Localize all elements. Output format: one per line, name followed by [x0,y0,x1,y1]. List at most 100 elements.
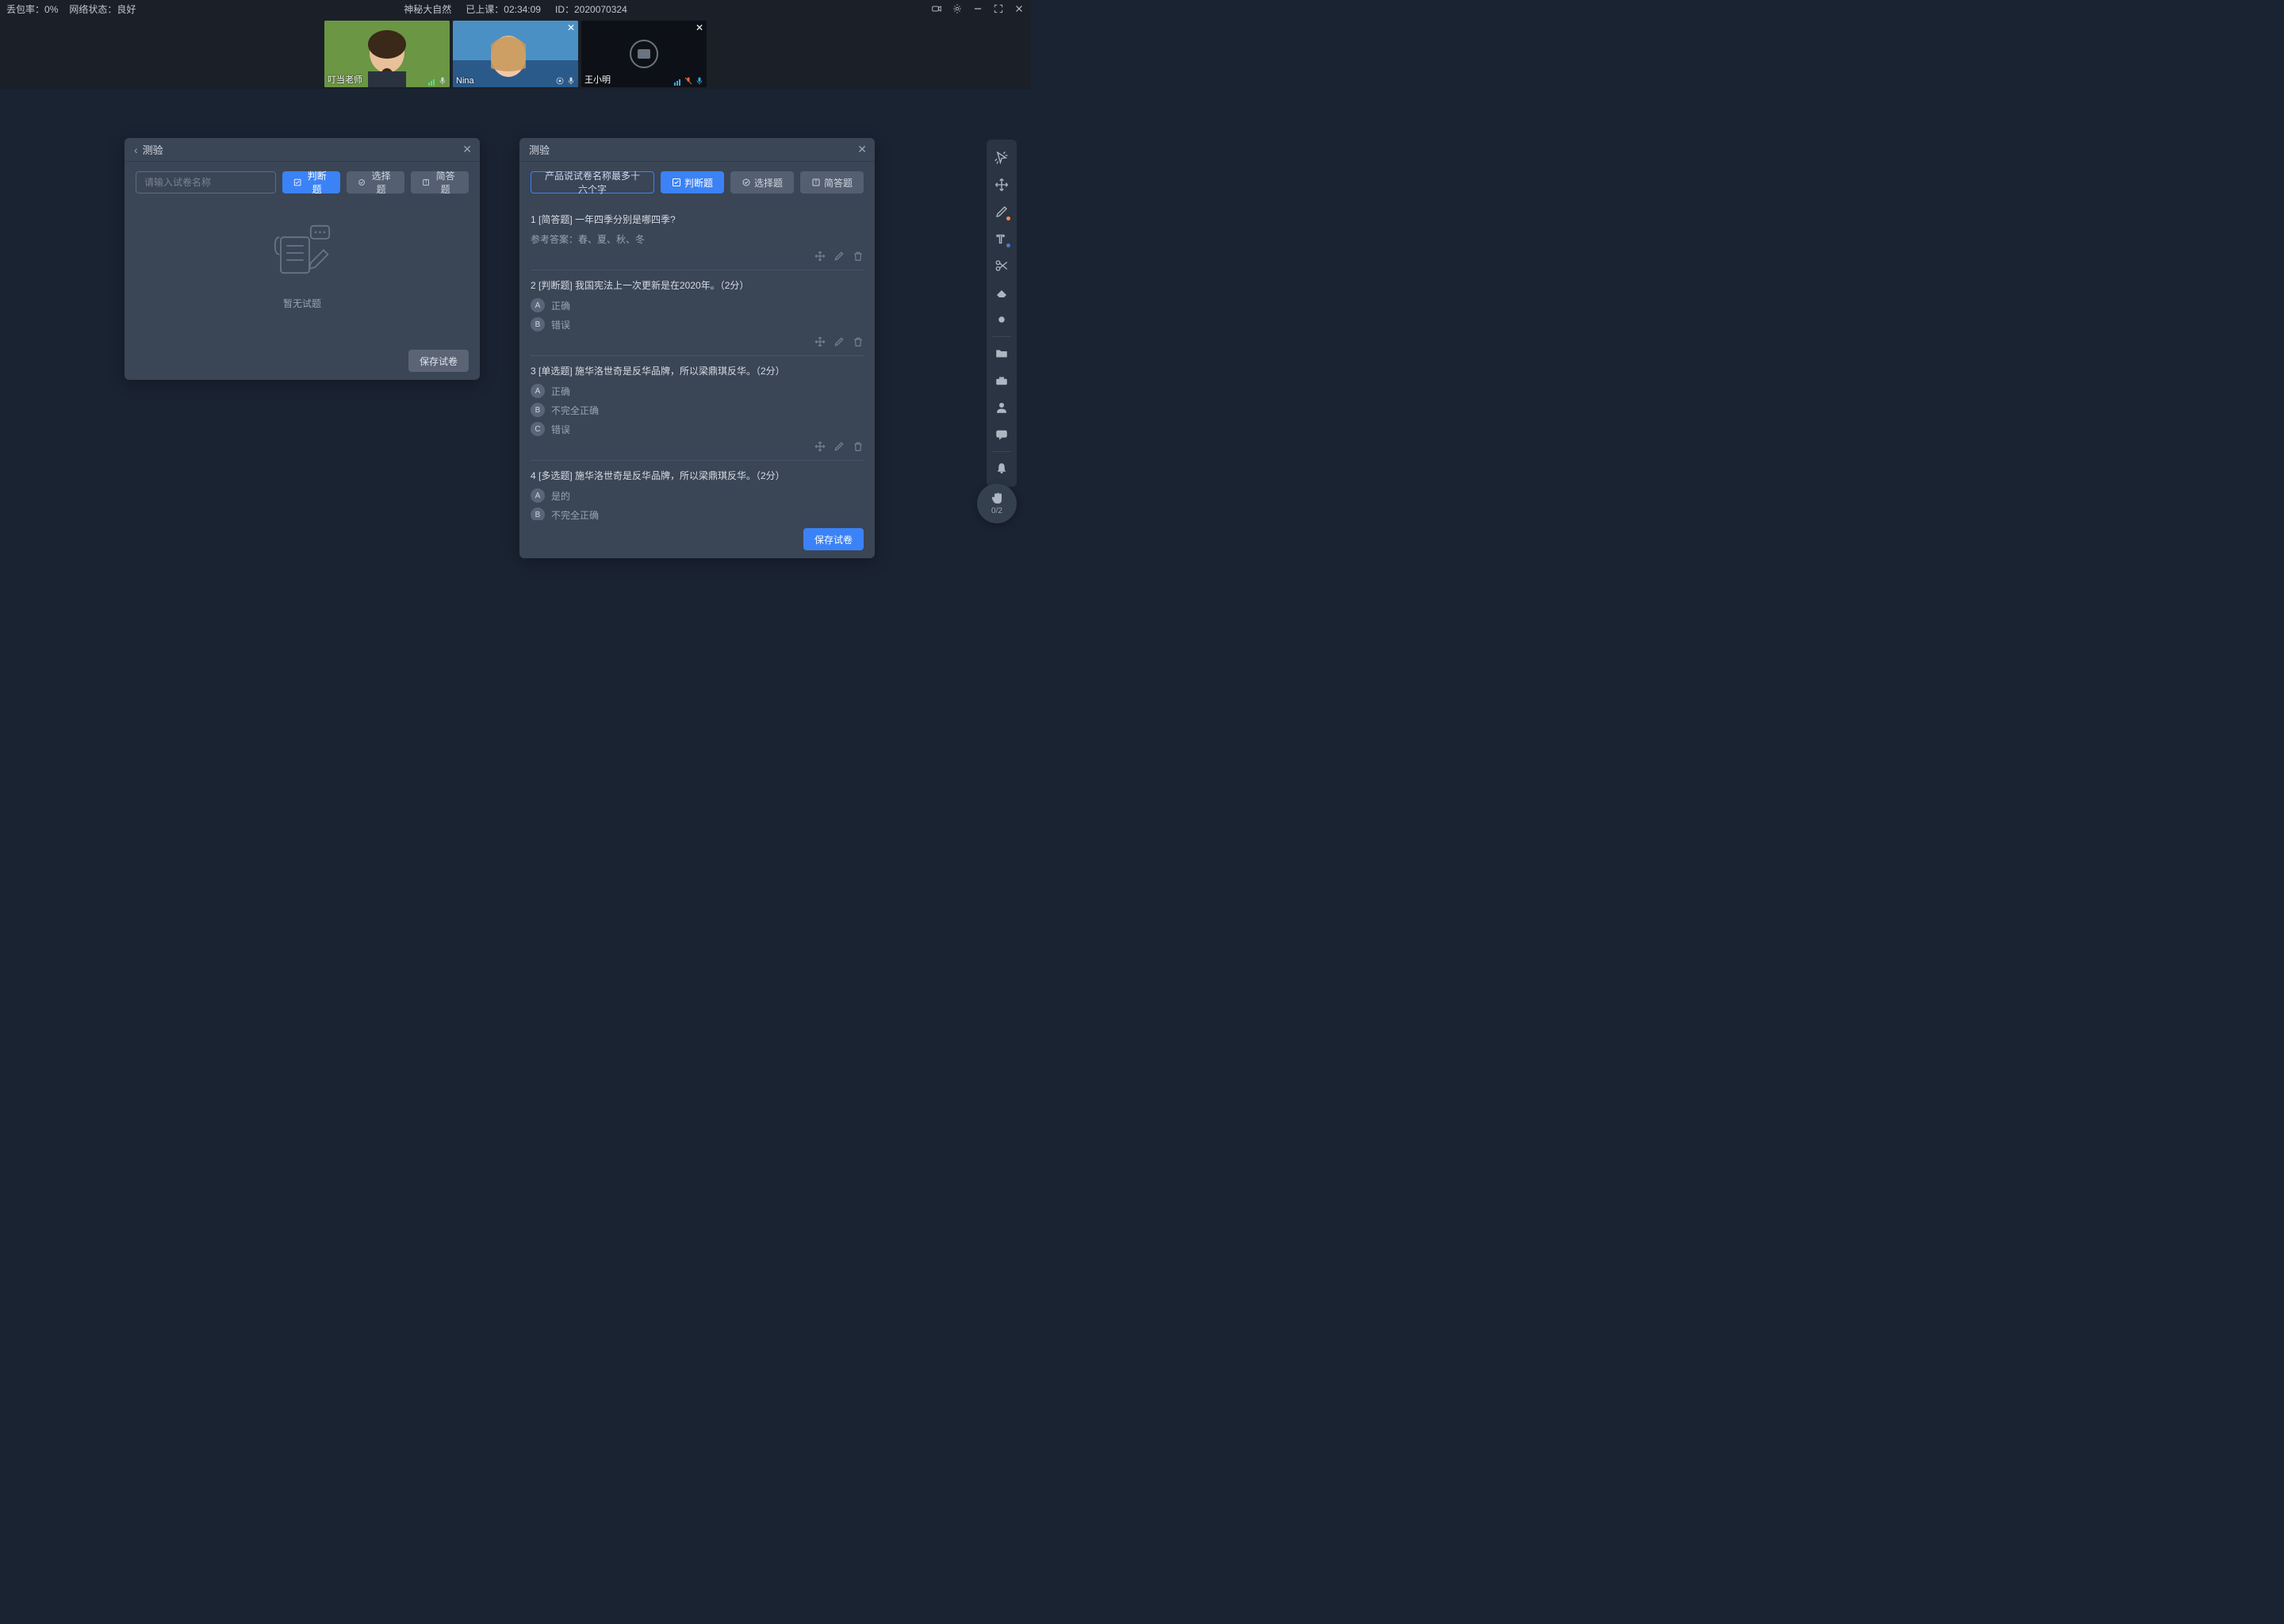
true-false-button[interactable]: 判断题 [282,171,340,193]
svg-text:T: T [814,181,818,186]
move-icon[interactable] [814,441,826,452]
empty-state: 暂无试题 [136,217,469,310]
question-item: 3 [单选题] 施华洛世奇是反华品牌，所以梁鼎琪反华。（2分） A 正确 B不完全正确… [531,356,864,461]
video-close-icon[interactable]: ✕ [696,22,703,33]
video-close-icon[interactable]: ✕ [567,22,575,33]
option-text: 正确 [551,385,570,398]
text-tool-icon[interactable]: T [991,228,1012,249]
option-letter: B [531,508,545,520]
question-actions [531,336,864,347]
quiz-name-display[interactable]: 产品说试卷名称最多十六个字 [531,171,654,193]
reference-answer: 参考答案：春、夏、秋、冬 [531,232,864,246]
choice-button[interactable]: 选择题 [347,171,404,193]
video-tile-student-off[interactable]: ✕ 王小明 [581,21,707,87]
short-answer-button[interactable]: T 简答题 [411,171,469,193]
toolbox-tool-icon[interactable] [991,370,1012,391]
option-text: 不完全正确 [551,508,599,521]
chat-tool-icon[interactable] [991,424,1012,445]
option-letter: A [531,384,545,398]
eraser-tool-icon[interactable] [991,282,1012,303]
panel-header: 测验 ✕ [519,138,875,162]
video-name: 王小明 [584,73,611,86]
delete-icon[interactable] [853,336,864,347]
mic-icon [566,76,576,86]
question-title: 1 [简答题] 一年四季分别是哪四季? [531,213,864,226]
question-actions [531,251,864,262]
bell-tool-icon[interactable] [991,458,1012,479]
move-tool-icon[interactable] [991,174,1012,195]
scissors-tool-icon[interactable] [991,255,1012,276]
mic-muted-icon [684,76,693,86]
video-row: 叮当老师 ✕ Nina ✕ 王小明 [0,17,1031,89]
move-icon[interactable] [814,336,826,347]
question-list: 产品说试卷名称最多十六个字 判断题 选择题 T 简答题 1 [简答题] 一年四季… [519,162,875,520]
pen-tool-icon[interactable] [991,201,1012,222]
svg-text:T: T [997,232,1004,246]
question-option[interactable]: B 不完全正确 [531,508,864,520]
panel-title: 测验 [529,142,550,157]
move-icon[interactable] [814,251,826,262]
option-letter: B [531,403,545,417]
short-answer-button[interactable]: T 简答题 [800,171,864,193]
color-tool-icon[interactable] [991,309,1012,330]
elapsed-time: 已上课：02:34:09 [466,2,541,16]
question-item: 1 [简答题] 一年四季分别是哪四季? 参考答案：春、夏、秋、冬 [531,205,864,270]
question-title: 2 [判断题] 我国宪法上一次更新是在2020年。（2分） [531,278,864,292]
question-title: 3 [单选题] 施华洛世奇是反华品牌，所以梁鼎琪反华。（2分） [531,364,864,377]
loss-rate: 丢包率：0% [6,2,58,16]
close-icon[interactable]: ✕ [462,143,472,156]
hand-icon [990,492,1004,506]
hand-count: 0/2 [991,507,1002,515]
camera-off-icon [630,40,658,68]
choice-button[interactable]: 选择题 [730,171,794,193]
cursor-tool-icon[interactable] [991,147,1012,168]
save-quiz-button[interactable]: 保存试卷 [803,528,864,550]
close-window-icon[interactable] [1014,3,1025,14]
signal-icon [428,79,435,86]
question-option[interactable]: A 正确 [531,384,864,398]
option-letter: C [531,422,545,436]
edit-icon[interactable] [834,251,845,262]
question-option[interactable]: B不完全正确 [531,403,864,417]
course-id: ID：2020070324 [555,2,627,16]
question-item: 2 [判断题] 我国宪法上一次更新是在2020年。（2分） A正确 B错误 [531,270,864,356]
option-text: 错误 [551,423,570,436]
true-false-button[interactable]: 判断题 [661,171,724,193]
settings-icon[interactable] [952,3,963,14]
mic-icon [438,76,447,86]
question-option[interactable]: B错误 [531,317,864,331]
panel-header: ‹ 测验 ✕ [125,138,480,162]
panel-title: 测验 [143,142,163,157]
option-text: 是的 [551,489,570,503]
top-bar: 丢包率：0% 网络状态：良好 神秘大自然 已上课：02:34:09 ID：202… [0,0,1031,17]
edit-icon[interactable] [834,336,845,347]
delete-icon[interactable] [853,441,864,452]
fullscreen-icon[interactable] [993,3,1004,14]
mic-icon [695,76,704,86]
delete-icon[interactable] [853,251,864,262]
question-option[interactable]: C 错误 [531,422,864,436]
question-actions [531,441,864,452]
user-tool-icon[interactable] [991,397,1012,418]
camera-switch-icon[interactable] [931,3,942,14]
question-option[interactable]: A是的 [531,488,864,503]
empty-illustration-icon [266,217,338,289]
option-letter: B [531,317,545,331]
badge-icon [555,76,565,86]
network-status: 网络状态：良好 [69,2,136,16]
close-icon[interactable]: ✕ [857,143,867,156]
video-tile-student[interactable]: ✕ Nina [453,21,578,87]
folder-tool-icon[interactable] [991,343,1012,364]
signal-icon [674,79,680,86]
edit-icon[interactable] [834,441,845,452]
back-icon[interactable]: ‹ [134,144,138,156]
save-quiz-button[interactable]: 保存试卷 [408,350,469,372]
raise-hand-counter[interactable]: 0/2 [977,484,1017,523]
quiz-name-input[interactable] [136,171,276,193]
video-tile-teacher[interactable]: 叮当老师 [324,21,450,87]
minimize-icon[interactable] [972,3,983,14]
svg-text:T: T [425,181,427,186]
quiz-panel-filled: 测验 ✕ 产品说试卷名称最多十六个字 判断题 选择题 T 简答题 1 [简答题]… [519,138,875,558]
quiz-panel-empty: ‹ 测验 ✕ 判断题 选择题 T 简答题 [125,138,480,380]
question-option[interactable]: A正确 [531,298,864,312]
